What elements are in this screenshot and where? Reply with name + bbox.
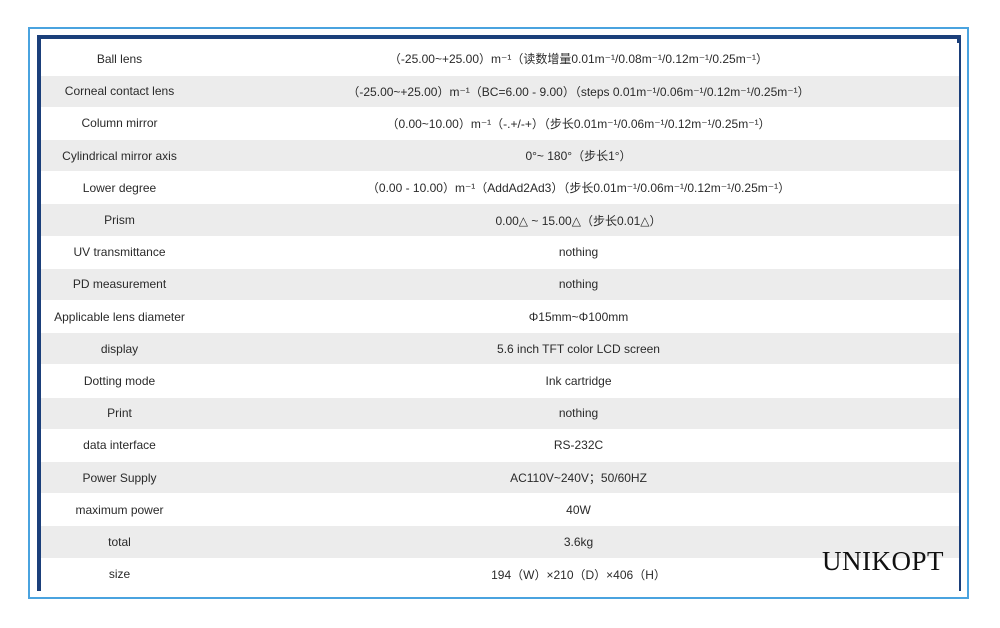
table-row: Ball lens （-25.00~+25.00）m⁻¹（读数增量0.01m⁻¹/… <box>41 43 959 76</box>
spec-value: （-25.00~+25.00）m⁻¹（BC=6.00 - 9.00）（steps… <box>198 75 959 108</box>
spec-label: Cylindrical mirror axis <box>41 139 198 173</box>
spec-label: Lower degree <box>41 171 198 205</box>
spec-label: PD measurement <box>41 268 198 302</box>
spec-label: Prism <box>41 203 198 237</box>
spec-value: nothing <box>198 397 959 430</box>
spec-label: size <box>41 558 198 591</box>
table-row: Applicable lens diameter Φ15mm~Φ100mm <box>41 300 959 334</box>
spec-value: nothing <box>198 236 959 269</box>
spec-label: Corneal contact lens <box>41 75 198 108</box>
spec-value: 5.6 inch TFT color LCD screen <box>198 332 959 366</box>
spec-label: Dotting mode <box>41 364 198 398</box>
spec-value: （0.00~10.00）m⁻¹（-.+/-+）（步长0.01m⁻¹/0.06m⁻… <box>198 107 959 141</box>
spec-value: 0°~ 180°（步长1°） <box>198 139 959 173</box>
spec-table-body: Ball lens （-25.00~+25.00）m⁻¹（读数增量0.01m⁻¹/… <box>41 43 959 591</box>
spec-value: （0.00 - 10.00）m⁻¹（AddAd2Ad3）（步长0.01m⁻¹/0… <box>198 171 959 205</box>
spec-value: AC110V~240V；50/60HZ <box>198 461 959 495</box>
table-row: Print nothing <box>41 397 959 430</box>
spec-value: nothing <box>198 268 959 302</box>
table-row: Column mirror （0.00~10.00）m⁻¹（-.+/-+）（步长0… <box>41 107 959 141</box>
spec-label: Power Supply <box>41 461 198 495</box>
table-row: display 5.6 inch TFT color LCD screen <box>41 332 959 366</box>
table-row: Power Supply AC110V~240V；50/60HZ <box>41 461 959 495</box>
table-row: Corneal contact lens （-25.00~+25.00）m⁻¹（B… <box>41 75 959 108</box>
spec-table: Ball lens （-25.00~+25.00）m⁻¹（读数增量0.01m⁻¹/… <box>41 43 959 591</box>
spec-value: 40W <box>198 493 959 527</box>
spec-label: Column mirror <box>41 107 198 141</box>
spec-value: RS-232C <box>198 429 959 462</box>
brand-watermark: UNIKOPT <box>822 546 944 576</box>
table-row: maximum power 40W <box>41 493 959 527</box>
table-row: data interface RS-232C <box>41 429 959 462</box>
table-row: UV transmittance nothing <box>41 236 959 269</box>
table-row: Cylindrical mirror axis 0°~ 180°（步长1°） <box>41 139 959 173</box>
table-row: Dotting mode Ink cartridge <box>41 364 959 398</box>
spec-label: data interface <box>41 429 198 462</box>
spec-label: maximum power <box>41 493 198 527</box>
table-row: Lower degree （0.00 - 10.00）m⁻¹（AddAd2Ad3）… <box>41 171 959 205</box>
spec-value: Ink cartridge <box>198 364 959 398</box>
spec-label: total <box>41 525 198 559</box>
spec-label: Print <box>41 397 198 430</box>
spec-label: UV transmittance <box>41 236 198 269</box>
spec-label: Ball lens <box>41 43 198 76</box>
spec-value: Φ15mm~Φ100mm <box>198 300 959 334</box>
spec-value: 0.00△ ~ 15.00△（步长0.01△） <box>198 203 959 237</box>
table-row: Prism 0.00△ ~ 15.00△（步长0.01△） <box>41 203 959 237</box>
spec-value: （-25.00~+25.00）m⁻¹（读数增量0.01m⁻¹/0.08m⁻¹/0… <box>198 43 959 76</box>
spec-label: display <box>41 332 198 366</box>
table-row: PD measurement nothing <box>41 268 959 302</box>
spec-label: Applicable lens diameter <box>41 300 198 334</box>
